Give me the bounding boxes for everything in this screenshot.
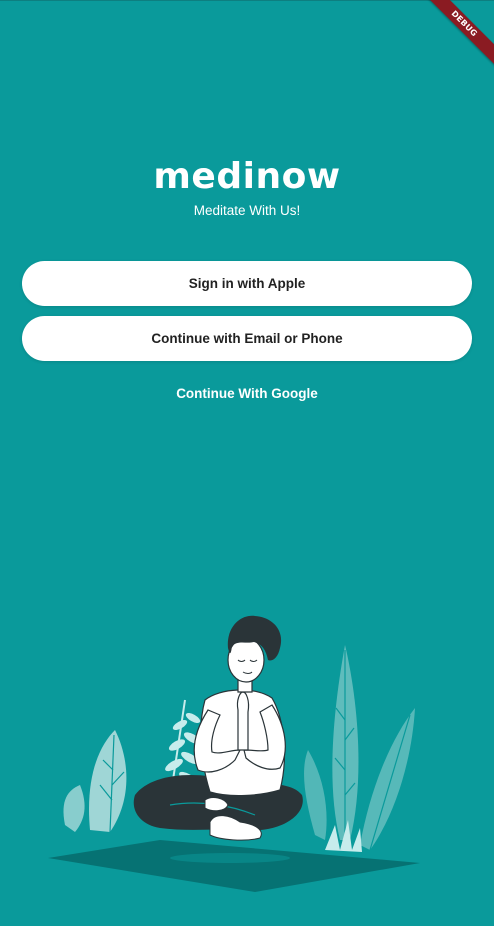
meditation-illustration <box>48 615 420 892</box>
praying-hands <box>236 691 250 751</box>
sign-in-with-apple-button[interactable]: Sign in with Apple <box>22 261 472 306</box>
meditating-person <box>133 615 303 841</box>
app-tagline: Meditate With Us! <box>193 203 301 218</box>
login-screen: DEBUG medinow Meditate With Us! Sign in … <box>0 0 494 926</box>
debug-banner: DEBUG <box>414 0 494 80</box>
floor-glow <box>170 853 290 863</box>
app-logo: medinow <box>153 156 341 197</box>
continue-with-google-link[interactable]: Continue With Google <box>0 385 494 403</box>
continue-with-email-button[interactable]: Continue with Email or Phone <box>22 316 472 361</box>
left-leaf <box>63 730 127 832</box>
ground-shadow <box>48 840 420 892</box>
right-plant <box>304 645 415 850</box>
debug-ribbon-label: DEBUG <box>420 0 494 68</box>
